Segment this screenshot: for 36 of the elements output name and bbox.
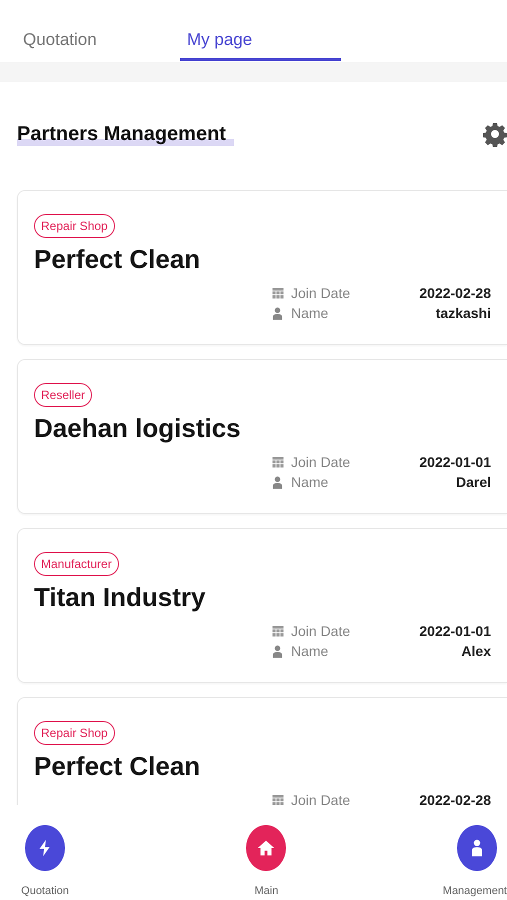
category-tag: Repair Shop [34, 721, 115, 745]
partner-name: Perfect Clean [34, 751, 200, 782]
nav-label[interactable]: Management [442, 885, 507, 897]
home-icon[interactable] [246, 825, 286, 871]
partner-name: Titan Industry [34, 582, 206, 613]
field-label: Join Date [291, 285, 350, 301]
nav-label[interactable]: Quotation [21, 885, 69, 897]
field-label: Join Date [291, 454, 350, 470]
category-tag: Manufacturer [34, 552, 119, 576]
person-icon[interactable] [457, 825, 497, 871]
nav-label[interactable]: Main [254, 885, 278, 897]
field-value: Darel [456, 474, 491, 490]
field-value: 2022-01-01 [419, 454, 491, 470]
tab[interactable]: Quotation [6, 0, 167, 61]
category-tag: Reseller [34, 383, 92, 407]
field-value: 2022-02-28 [419, 285, 491, 301]
field-value: tazkashi [436, 305, 491, 321]
calendar-icon [272, 624, 286, 638]
field-value: Alex [461, 643, 491, 659]
settings-icon[interactable] [483, 121, 507, 147]
field-label: Join Date [291, 792, 350, 805]
partner-name: Perfect Clean [34, 244, 200, 275]
field-value: 2022-01-01 [419, 623, 491, 639]
calendar-icon [272, 456, 286, 468]
field-value: 2022-02-28 [419, 792, 491, 805]
field-label: Name [291, 474, 328, 490]
partner-card[interactable]: Manufacturer Titan Industry Join Date 2022-01-01 Name Alex [17, 528, 507, 683]
field-label: Name [291, 643, 328, 659]
field-label: Join Date [291, 623, 350, 639]
partner-card[interactable]: Repair Shop Perfect Clean Join Date 2022-02-28 Name tazkashi [17, 190, 507, 345]
category-tag: Repair Shop [34, 214, 115, 238]
partner-card[interactable]: Reseller Daehan logistics Join Date 2022-01-01 Name Darel [17, 359, 507, 514]
lightning-icon[interactable] [25, 825, 65, 871]
field-label: Name [291, 305, 328, 321]
partner-name: Daehan logistics [34, 413, 241, 444]
calendar-icon [272, 286, 286, 300]
